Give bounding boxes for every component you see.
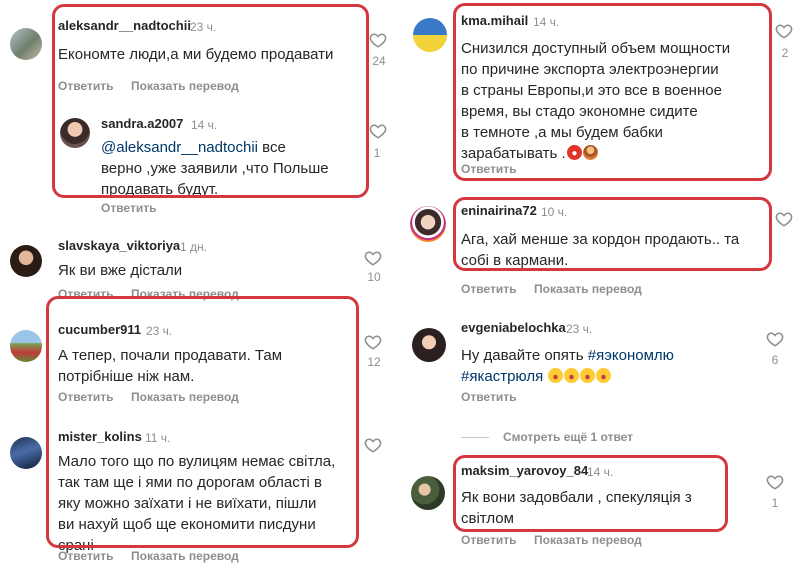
show-translation-button[interactable]: Показать перевод: [131, 390, 239, 404]
avatar[interactable]: [10, 245, 42, 277]
view-more-replies-button[interactable]: Смотреть ещё 1 ответ: [503, 430, 633, 444]
reply-button[interactable]: Ответить: [461, 390, 516, 404]
comment-username[interactable]: slavskaya_viktoriya: [58, 238, 180, 253]
comment-time: 10 ч.: [541, 205, 568, 219]
comment-text-body: Снизился доступный объем мощности по при…: [461, 40, 731, 162]
heart-outline-icon[interactable]: [775, 22, 793, 40]
comment-text: А тепер, почали продавати. Там потрібніш…: [58, 347, 283, 385]
heart-outline-icon[interactable]: [775, 210, 793, 228]
comment-text-body: Ну давайте опять: [461, 347, 588, 364]
avatar[interactable]: [412, 328, 446, 362]
comment-time: 14 ч.: [191, 118, 218, 132]
comment-username[interactable]: eninairina72: [461, 203, 537, 218]
comment-text: @aleksandr__nadtochii все верно ,уже зая…: [101, 137, 329, 200]
like-count: 10: [367, 270, 381, 284]
avatar[interactable]: [10, 28, 42, 60]
comment-text: Як ви вже дістали: [58, 262, 183, 279]
heart-outline-icon[interactable]: [766, 473, 784, 491]
show-translation-button[interactable]: Показать перевод: [534, 282, 642, 296]
reply-button[interactable]: Ответить: [58, 390, 113, 404]
comment-username[interactable]: aleksandr__nadtochii: [58, 18, 191, 33]
like-count: 2: [781, 46, 789, 60]
heart-outline-icon[interactable]: [364, 436, 382, 454]
comment-time: 11 ч.: [145, 431, 171, 445]
person-emoji-icon: [582, 145, 598, 160]
avatar[interactable]: [411, 476, 445, 510]
comment-text: Ну давайте опять #яэкономлю #якастрюля: [461, 345, 674, 387]
like-count: 1: [771, 496, 779, 510]
angry-emoji-icon: [566, 145, 582, 160]
comment-time: 23 ч.: [146, 324, 173, 338]
heart-outline-icon[interactable]: [364, 333, 382, 351]
comment-text: Ага, хай менше за кордон продають.. та с…: [461, 231, 740, 269]
like-count: 24: [372, 54, 386, 68]
comment-time: 23 ч.: [190, 20, 217, 34]
avatar[interactable]: [410, 206, 446, 242]
laughing-emoji-icon: [580, 368, 596, 383]
reply-button[interactable]: Ответить: [101, 201, 156, 215]
heart-outline-icon[interactable]: [364, 249, 382, 267]
show-translation-button[interactable]: Показать перевод: [131, 287, 239, 301]
avatar[interactable]: [413, 18, 447, 52]
comment-text: Економте люди,а ми будемо продавати: [58, 46, 334, 63]
reply-button[interactable]: Ответить: [58, 79, 113, 93]
comment-text: Як вони задовбали , спекуляція з світлом: [461, 489, 692, 527]
reply-button[interactable]: Ответить: [461, 533, 516, 547]
comment-username[interactable]: cucumber911: [58, 322, 141, 337]
laughing-emoji-icon: [596, 368, 612, 383]
reply-button[interactable]: Ответить: [58, 287, 113, 301]
comment-username[interactable]: evgeniabelochka: [461, 320, 566, 335]
laughing-emoji-icon: [564, 368, 580, 383]
comment-username[interactable]: kma.mihail: [461, 13, 528, 28]
reply-button[interactable]: Ответить: [461, 162, 516, 176]
comment-text: Мало того що по вулицям немає світла, та…: [58, 453, 336, 554]
like-count: 6: [771, 353, 779, 367]
show-translation-button[interactable]: Показать перевод: [131, 79, 239, 93]
show-translation-button[interactable]: Показать перевод: [534, 533, 642, 547]
view-replies-line: [461, 437, 489, 438]
avatar[interactable]: [10, 437, 42, 469]
comment-time: 23 ч.: [566, 322, 593, 336]
heart-outline-icon[interactable]: [766, 330, 784, 348]
like-count: 12: [367, 355, 381, 369]
mention-link[interactable]: @aleksandr__nadtochii: [101, 139, 258, 156]
comment-time: 14 ч.: [533, 15, 560, 29]
show-translation-button[interactable]: Показать перевод: [131, 549, 239, 563]
comment-username[interactable]: mister_kolins: [58, 429, 142, 444]
comment-time: 1 дн.: [180, 240, 207, 254]
comment-username[interactable]: maksim_yarovoy_84: [461, 463, 588, 478]
reply-button[interactable]: Ответить: [461, 282, 516, 296]
comment-text: Снизился доступный объем мощности по при…: [461, 38, 730, 164]
like-count: 1: [373, 146, 381, 160]
avatar[interactable]: [60, 118, 90, 148]
reply-button[interactable]: Ответить: [58, 549, 113, 563]
comment-time: 14 ч.: [587, 465, 614, 479]
heart-outline-icon[interactable]: [369, 122, 387, 140]
comment-username[interactable]: sandra.a2007: [101, 116, 183, 131]
heart-outline-icon[interactable]: [369, 31, 387, 49]
avatar[interactable]: [10, 330, 42, 362]
laughing-emoji-icon: [548, 368, 564, 383]
